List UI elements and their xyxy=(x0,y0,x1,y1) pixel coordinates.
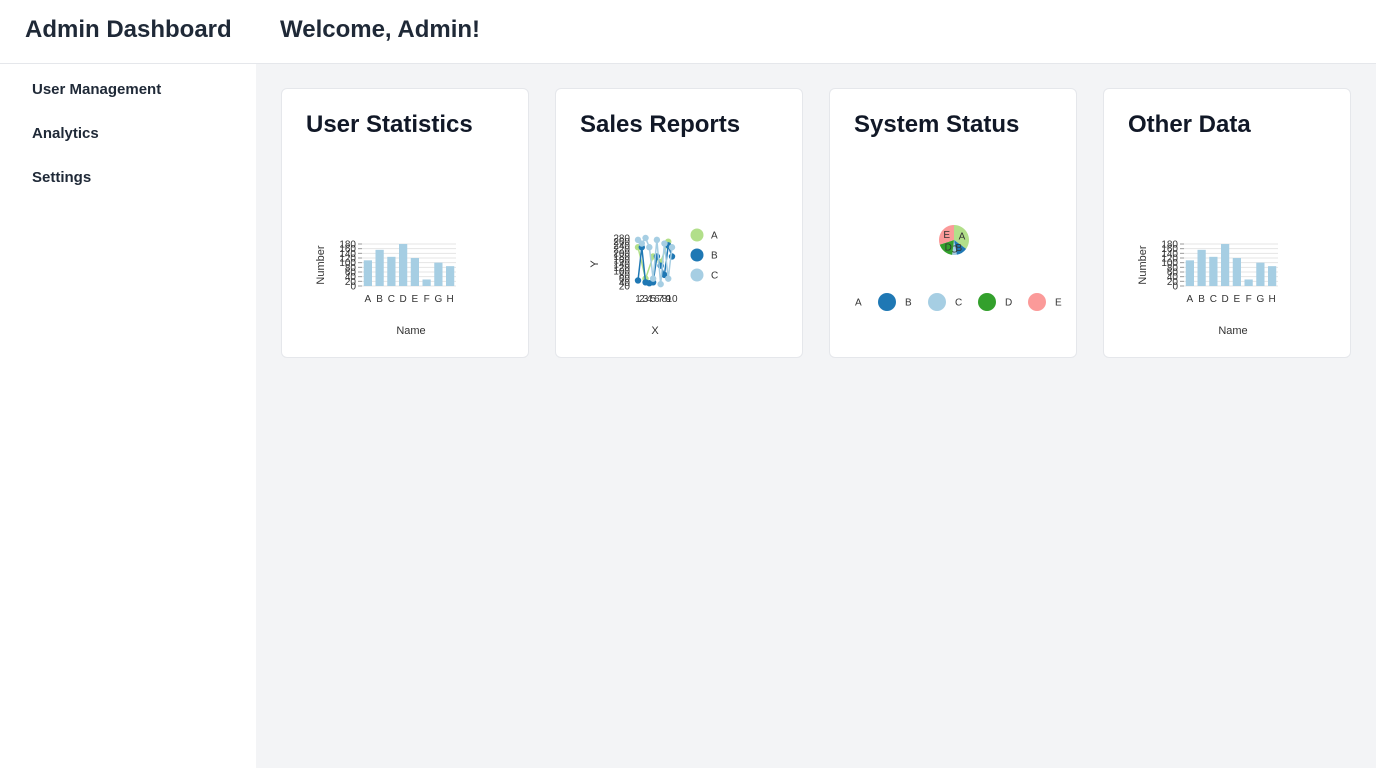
x-tick-label: D xyxy=(1222,294,1229,305)
data-point-C xyxy=(668,244,676,251)
user-statistics-bar-chart: 020406080100120140160180A B C D E F G HNameNumb… xyxy=(315,240,456,337)
x-tick-label: F xyxy=(424,294,430,305)
y-tick-label: 180 xyxy=(1161,240,1178,251)
data-point-C xyxy=(649,275,657,282)
app-title: Admin Dashboard xyxy=(25,16,232,43)
card-sales-reports: Sales Reports 20 40 60 80 100 120 140 160 180 200… xyxy=(555,88,803,358)
legend-swatch-B xyxy=(690,248,704,262)
sidebar-item-settings[interactable]: Settings xyxy=(32,169,91,186)
data-point-C xyxy=(646,244,653,251)
x-tick-label: 10 xyxy=(666,294,678,305)
bar xyxy=(1185,260,1194,286)
bar xyxy=(446,266,455,286)
card-system-status: System Status ABCDEABCDE xyxy=(829,88,1077,358)
legend-label-B: B xyxy=(905,298,912,309)
legend-swatch-E xyxy=(1028,293,1046,311)
sales-reports-scatter-chart: 2040608010012014016018020022024026028012… xyxy=(589,228,718,337)
legend-swatch-A xyxy=(690,228,704,242)
other-data-bar-chart: 020406080100120140160180A B C D E F G HNameNumb… xyxy=(1137,240,1278,337)
x-tick-label: G xyxy=(434,294,442,305)
bar xyxy=(422,279,431,286)
data-point-C xyxy=(653,236,661,244)
bar xyxy=(399,244,408,286)
legend-label-D: D xyxy=(1005,298,1012,309)
x-tick-label: C xyxy=(1210,294,1217,305)
data-point-C xyxy=(661,240,668,247)
bar xyxy=(410,258,419,286)
pie-label-A: A xyxy=(959,231,966,242)
legend-label-A: A xyxy=(711,231,718,242)
sidebar-item-user-management[interactable]: User Management xyxy=(32,81,161,98)
legend-label-E: E xyxy=(1055,298,1062,309)
x-tick-label: H xyxy=(447,294,454,305)
system-status-pie-chart: ABCDEA B C D E xyxy=(855,225,1062,311)
bar xyxy=(375,249,384,286)
sidebar: User Management Analytics Settings xyxy=(0,64,256,768)
x-tick-label: G xyxy=(1256,294,1264,305)
bar xyxy=(434,262,443,286)
legend-label-B: B xyxy=(711,251,718,262)
y-tick-label: 280 xyxy=(613,234,630,245)
legend-label-C: C xyxy=(711,271,718,282)
x-tick-label: E xyxy=(1234,294,1241,305)
legend-label-C: C xyxy=(955,298,962,309)
bar xyxy=(1268,266,1277,286)
data-point-C xyxy=(657,280,664,288)
y-axis-title: Number xyxy=(1137,245,1149,284)
y-axis-title: Y xyxy=(589,260,601,268)
data-point-B xyxy=(668,253,676,260)
data-point-C xyxy=(642,234,649,242)
sidebar-item-analytics[interactable]: Analytics xyxy=(32,125,99,142)
bar xyxy=(1232,258,1241,286)
y-axis-title: Number xyxy=(315,245,327,284)
y-tick-label: 180 xyxy=(339,240,356,251)
data-point-C xyxy=(665,275,672,282)
x-tick-label: B xyxy=(376,294,383,305)
data-point-B xyxy=(634,277,642,284)
x-tick-label: A xyxy=(1187,294,1194,305)
x-tick-label: A xyxy=(365,294,372,305)
bar xyxy=(363,260,372,286)
card-other-data: Other Data 0 20 40 60 80 100 120 140 160 180 A B C D E… xyxy=(1103,88,1351,358)
data-point-C xyxy=(638,240,645,247)
legend-swatch-C xyxy=(928,293,946,311)
bar xyxy=(1256,262,1265,286)
x-tick-label: B xyxy=(1198,294,1205,305)
legend-swatch-B xyxy=(878,293,896,311)
bar xyxy=(1197,249,1206,286)
legend-swatch-C xyxy=(690,268,704,282)
bar xyxy=(1221,244,1230,286)
bar xyxy=(387,256,396,286)
bar xyxy=(1244,279,1253,286)
x-axis-title: X xyxy=(651,325,659,337)
pie-label-E: E xyxy=(943,230,950,241)
pie-label-D: D xyxy=(945,242,952,253)
card-user-statistics: User Statistics 0 20 40 60 80 100 120 140 160 180… xyxy=(281,88,529,358)
x-axis-title: Name xyxy=(1218,325,1247,337)
top-bar: Admin Dashboard Welcome, Admin! xyxy=(0,0,1376,64)
legend-label-A: A xyxy=(855,298,862,309)
x-tick-label: D xyxy=(400,294,407,305)
bar xyxy=(1209,256,1218,286)
x-tick-label: H xyxy=(1269,294,1276,305)
x-tick-label: C xyxy=(388,294,395,305)
x-axis-title: Name xyxy=(396,325,425,337)
x-tick-label: E xyxy=(412,294,419,305)
x-tick-label: F xyxy=(1246,294,1252,305)
legend-swatch-D xyxy=(978,293,996,311)
welcome-heading: Welcome, Admin! xyxy=(280,16,481,43)
